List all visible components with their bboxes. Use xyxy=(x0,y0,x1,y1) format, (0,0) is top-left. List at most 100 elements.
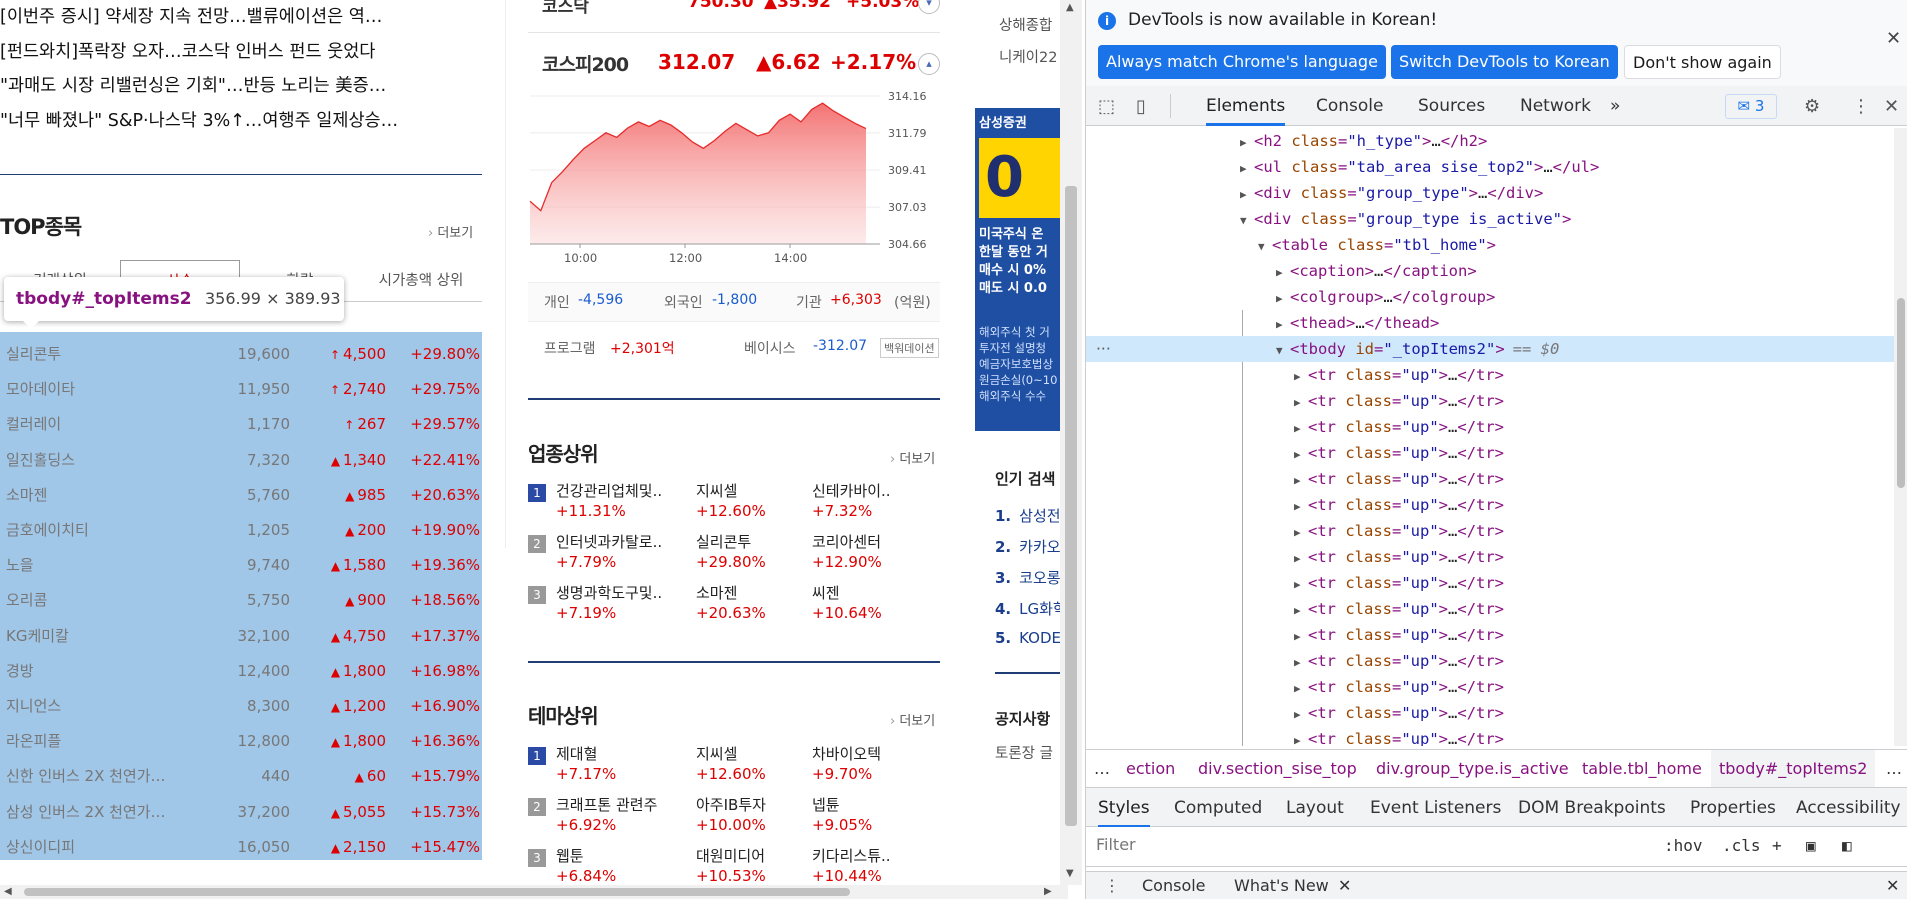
rank-item[interactable]: 키다리스튜.. +10.44% xyxy=(812,846,924,885)
breadcrumb-more-icon[interactable]: … xyxy=(1094,750,1110,788)
tree-node-tr[interactable]: ▶ <tr class="up">…</tr> xyxy=(1086,544,1898,570)
breadcrumb-item-current[interactable]: tbody#_topItems2 xyxy=(1711,750,1876,788)
stock-name[interactable]: 상신이디피 xyxy=(6,830,194,865)
theme-more-link[interactable]: 더보기 xyxy=(890,710,935,729)
tree-node-tbody-selected[interactable]: ▼ <tbody id="_topItems2"> == $0 xyxy=(1086,336,1898,362)
nikkei-index-label[interactable]: 니케이22 xyxy=(999,46,1057,67)
table-row[interactable]: 실리콘투 19,600 ↑ 4,500 +29.80% xyxy=(0,337,482,372)
scroll-left-icon[interactable]: ◀ xyxy=(4,886,12,897)
more-options-icon[interactable]: ⋮ xyxy=(1852,96,1870,117)
issues-badge[interactable]: ✉ 3 xyxy=(1725,94,1777,119)
tree-node-caption[interactable]: ▶ <caption>…</caption> xyxy=(1086,258,1898,284)
table-row[interactable]: 지니언스 8,300 ▲ 1,200 +16.90% xyxy=(0,689,482,724)
more-tabs-icon[interactable]: » xyxy=(1610,86,1620,126)
rank-item[interactable]: 넵튠 +9.05% xyxy=(812,795,924,835)
drawer-tab-whats-new[interactable]: What's New xyxy=(1234,876,1329,895)
tab-network[interactable]: Network xyxy=(1520,86,1591,126)
shanghai-index-label[interactable]: 상해종합 xyxy=(999,14,1052,35)
news-link[interactable]: [이번주 증시] 약세장 지속 전망…밸류에이션은 역… xyxy=(0,0,482,35)
news-link[interactable]: "과매도 시장 리밸런싱은 기회"…반등 노리는 美증… xyxy=(0,69,482,104)
scrollbar-thumb[interactable] xyxy=(1897,298,1905,488)
popular-search-item[interactable]: 3. 코오롱 xyxy=(995,567,1061,588)
tree-node-tr[interactable]: ▶ <tr class="up">…</tr> xyxy=(1086,700,1898,726)
tree-node-tr[interactable]: ▶ <tr class="up">…</tr> xyxy=(1086,414,1898,440)
tab-console[interactable]: Console xyxy=(1316,86,1384,126)
tab-styles[interactable]: Styles xyxy=(1098,788,1150,828)
rank-item[interactable]: 신테카바이.. +7.32% xyxy=(812,481,924,521)
tree-node-tr[interactable]: ▶ <tr class="up">…</tr> xyxy=(1086,648,1898,674)
tree-node-tr[interactable]: ▶ <tr class="up">…</tr> xyxy=(1086,674,1898,700)
rank-item[interactable]: 아주IB투자 +10.00% xyxy=(696,795,808,835)
scroll-right-icon[interactable]: ▶ xyxy=(1044,886,1052,897)
tree-node-div[interactable]: ▶ <div class="group_type">…</div> xyxy=(1086,180,1898,206)
stock-name[interactable]: 일진홀딩스 xyxy=(6,443,194,478)
rank-item[interactable]: 건강관리업체및.. +11.31% xyxy=(556,481,668,521)
tree-node-tr[interactable]: ▶ <tr class="up">…</tr> xyxy=(1086,518,1898,544)
close-icon[interactable]: ✕ xyxy=(1886,28,1901,49)
rank-item[interactable]: 실리콘투 +29.80% xyxy=(696,532,808,572)
tree-node-tr[interactable]: ▶ <tr class="up">…</tr> xyxy=(1086,596,1898,622)
tree-node-ul[interactable]: ▶ <ul class="tab_area sise_top2">…</ul> xyxy=(1086,154,1898,180)
chevron-down-icon[interactable]: ▾ xyxy=(918,0,940,14)
tree-node-tr[interactable]: ▶ <tr class="up">…</tr> xyxy=(1086,362,1898,388)
stock-name[interactable]: 금호에이치티 xyxy=(6,513,194,548)
add-rule-icon[interactable]: + xyxy=(1772,836,1782,855)
styles-filter-input[interactable]: Filter xyxy=(1096,835,1136,854)
switch-korean-button[interactable]: Switch DevTools to Korean xyxy=(1391,45,1618,79)
rank-item[interactable]: 소마젠 +20.63% xyxy=(696,583,808,623)
drawer-menu-icon[interactable]: ⋮ xyxy=(1104,876,1120,895)
tab-computed[interactable]: Computed xyxy=(1174,788,1262,828)
sidebar-toggle-icon[interactable]: ◧ xyxy=(1842,836,1852,855)
tree-node-tr[interactable]: ▶ <tr class="up">…</tr> xyxy=(1086,466,1898,492)
close-drawer-icon[interactable]: ✕ xyxy=(1886,876,1899,895)
tab-event-listeners[interactable]: Event Listeners xyxy=(1370,788,1501,828)
tab-market-cap[interactable]: 시가총액 상위 xyxy=(360,260,482,302)
stock-name[interactable]: 라온피플 xyxy=(6,724,194,759)
news-link[interactable]: [펀드와치]폭락장 오자…코스닥 인버스 펀드 웃었다 xyxy=(0,35,482,70)
rank-item[interactable]: 코리아센터 +12.90% xyxy=(812,532,924,572)
top-more-link[interactable]: 더보기 xyxy=(428,222,473,241)
breadcrumb-item[interactable]: div.section_sise_top xyxy=(1198,750,1357,788)
match-language-button[interactable]: Always match Chrome's language xyxy=(1098,45,1386,79)
stock-name[interactable]: 신한 인버스 2X 천연가… xyxy=(6,759,194,794)
elements-scrollbar[interactable] xyxy=(1894,128,1907,746)
stock-name[interactable]: 소마젠 xyxy=(6,478,194,513)
table-row[interactable]: 오리콤 5,750 ▲ 900 +18.56% xyxy=(0,583,482,618)
tab-sources[interactable]: Sources xyxy=(1418,86,1485,126)
scrollbar-thumb[interactable] xyxy=(1065,186,1077,826)
table-row[interactable]: 신한 인버스 2X 천연가… 440 ▲ 60 +15.79% xyxy=(0,759,482,794)
tab-layout[interactable]: Layout xyxy=(1286,788,1344,828)
tree-node-tr[interactable]: ▶ <tr class="up">…</tr> xyxy=(1086,440,1898,466)
sector-more-link[interactable]: 더보기 xyxy=(890,448,935,467)
popular-search-item[interactable]: 5. KODE xyxy=(995,629,1061,647)
inspect-element-icon[interactable]: ⬚ xyxy=(1098,96,1115,117)
gear-icon[interactable]: ⚙ xyxy=(1804,96,1820,117)
tab-properties[interactable]: Properties xyxy=(1690,788,1776,828)
stock-name[interactable]: 지니언스 xyxy=(6,689,194,724)
tree-node-tr[interactable]: ▶ <tr class="up">…</tr> xyxy=(1086,726,1898,746)
table-row[interactable]: 노을 9,740 ▲ 1,580 +19.36% xyxy=(0,548,482,583)
scrollbar-thumb[interactable] xyxy=(24,888,850,896)
notice-item[interactable]: 토론장 글 xyxy=(995,742,1053,763)
table-row[interactable]: KG케미칼 32,100 ▲ 4,750 +17.37% xyxy=(0,619,482,654)
rank-item[interactable]: 씨젠 +10.64% xyxy=(812,583,924,623)
stock-name[interactable]: 경방 xyxy=(6,654,194,689)
class-toggle[interactable]: .cls xyxy=(1722,836,1761,855)
stock-name[interactable]: 삼성 인버스 2X 천연가… xyxy=(6,795,194,830)
hover-state-toggle[interactable]: :hov xyxy=(1664,836,1703,855)
close-devtools-icon[interactable]: ✕ xyxy=(1884,96,1899,117)
popular-search-item[interactable]: 4. LG화학 xyxy=(995,598,1067,619)
tree-node-tr[interactable]: ▶ <tr class="up">…</tr> xyxy=(1086,492,1898,518)
page-horizontal-scrollbar[interactable]: ◀ ▶ xyxy=(0,885,1068,899)
rank-item[interactable]: 지씨셀 +12.60% xyxy=(696,481,808,521)
table-row[interactable]: 컬러레이 1,170 ↑ 267 +29.57% xyxy=(0,407,482,442)
stock-name[interactable]: 컬러레이 xyxy=(6,407,194,442)
breadcrumb-item[interactable]: ection xyxy=(1126,750,1175,788)
tree-node-tr[interactable]: ▶ <tr class="up">…</tr> xyxy=(1086,622,1898,648)
stock-name[interactable]: 노을 xyxy=(6,548,194,583)
tree-node-tr[interactable]: ▶ <tr class="up">…</tr> xyxy=(1086,570,1898,596)
rank-item[interactable]: 제대혈 +7.17% xyxy=(556,744,668,784)
table-row[interactable]: 일진홀딩스 7,320 ▲ 1,340 +22.41% xyxy=(0,443,482,478)
dont-show-again-button[interactable]: Don't show again xyxy=(1624,45,1781,79)
tree-node-div-active[interactable]: ▼ <div class="group_type is_active"> xyxy=(1086,206,1898,232)
